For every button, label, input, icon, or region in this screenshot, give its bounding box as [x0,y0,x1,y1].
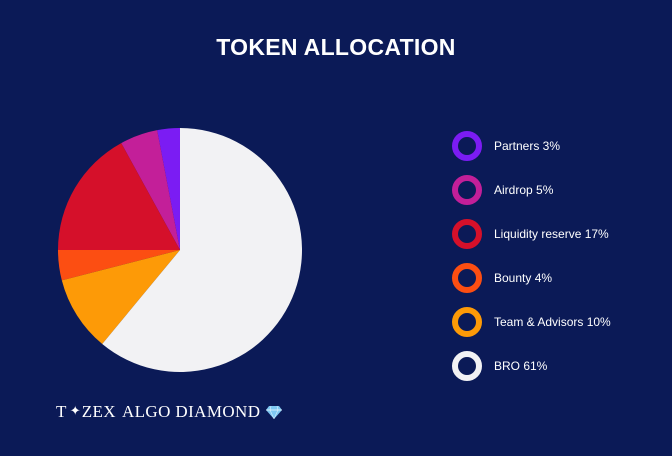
legend-label: Liquidity reserve 17% [494,227,609,241]
legend-label: Bounty 4% [494,271,553,285]
diamond-icon [266,405,283,419]
brand-star-icon: ✦ [69,403,81,418]
legend-ring-icon [452,307,482,337]
brand-letter-t: T [56,402,67,421]
legend-ring-icon [452,219,482,249]
brand-name: ALGO DIAMOND [121,402,261,421]
legend-item: Bounty 4% [452,256,611,300]
legend-ring-icon [452,175,482,205]
legend-item: Team & Advisors 10% [452,300,611,344]
legend-item: BRO 61% [452,344,611,388]
legend-item: Partners 3% [452,124,611,168]
legend-label: Team & Advisors 10% [494,315,611,329]
legend-ring-icon [452,131,482,161]
legend: Partners 3% Airdrop 5% Liquidity reserve 1… [452,124,611,388]
legend-ring-icon [452,263,482,293]
brand-logo: T ✦ ZEX ALGO DIAMOND [56,402,283,422]
legend-item: Liquidity reserve 17% [452,212,611,256]
legend-label: Partners 3% [494,139,561,153]
page-title: TOKEN ALLOCATION [216,34,456,60]
legend-label: Airdrop 5% [494,183,554,197]
legend-ring-icon [452,351,482,381]
brand-zex: ZEX [81,402,116,421]
legend-item: Airdrop 5% [452,168,611,212]
legend-label: BRO 61% [494,359,548,373]
pie-chart [58,128,302,372]
